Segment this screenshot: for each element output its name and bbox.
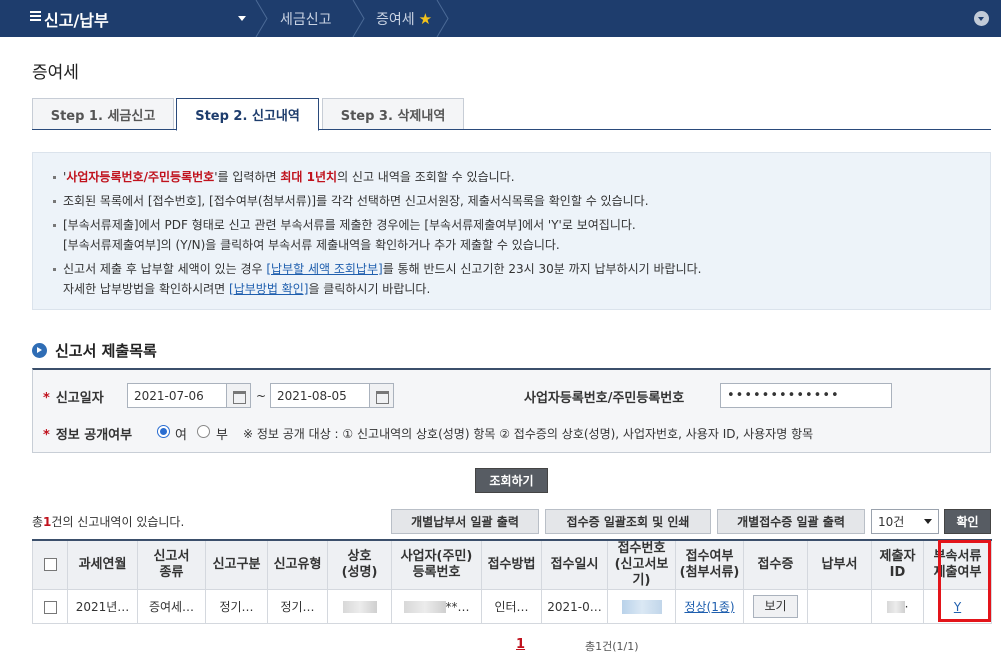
status-link[interactable]: 정상(1종) bbox=[684, 600, 734, 614]
tax-payment-link[interactable]: [납부할 세액 조회납부] bbox=[266, 262, 382, 276]
col-header: 접수번호 (신고서보기) bbox=[607, 539, 676, 590]
public-yes-label: 여 bbox=[175, 428, 187, 443]
public-yes-radio[interactable] bbox=[157, 425, 170, 438]
cell-name bbox=[327, 589, 392, 624]
biz-number-label: 사업자등록번호/주민등록번호 bbox=[524, 391, 685, 406]
tab-step3[interactable]: Step 3. 삭제내역 bbox=[322, 98, 464, 129]
date-from-input[interactable]: 2021-07-06 bbox=[127, 383, 227, 408]
public-no-radio[interactable] bbox=[197, 425, 210, 438]
cell-submitter: · bbox=[871, 589, 924, 624]
cell-status: 정상(1종) bbox=[675, 589, 744, 624]
cell-datetime: 2021-0… bbox=[541, 589, 608, 624]
menu-title: 신고/납부 bbox=[44, 10, 109, 30]
view-receipt-button[interactable]: 보기 bbox=[753, 595, 798, 618]
expand-circle-icon[interactable] bbox=[974, 11, 989, 26]
search-button[interactable]: 조회하기 bbox=[475, 468, 548, 493]
info-line: [부속서류제출여부]의 (Y/N)을 클릭하여 부속서류 제출내역을 확인하거나… bbox=[63, 238, 560, 252]
cell-method: 인터… bbox=[481, 589, 542, 624]
redacted-receipt-number[interactable] bbox=[621, 599, 662, 614]
date-range-separator: ~ bbox=[256, 389, 267, 403]
cell-period: 2021년… bbox=[67, 589, 138, 624]
arrow-circle-icon bbox=[32, 343, 47, 358]
breadcrumb-separator-icon bbox=[255, 0, 268, 37]
date-to-input[interactable]: 2021-08-05 bbox=[270, 383, 370, 408]
info-line: 자세한 납부방법을 확인하시려면 [납부방법 확인]을 클릭하시기 바랍니다. bbox=[63, 282, 431, 296]
cell-bill bbox=[807, 589, 872, 624]
table-header-row: 과세연월 신고서 종류 신고구분 신고유형 상호 (성명) 사업자(주민) 등록… bbox=[32, 539, 992, 590]
col-header: 상호 (성명) bbox=[327, 539, 392, 590]
cell-kind: 정기… bbox=[267, 589, 328, 624]
hamburger-icon bbox=[30, 11, 41, 22]
step-tabs: Step 1. 세금신고 Step 2. 신고내역 Step 3. 삭제내역 bbox=[32, 98, 991, 131]
col-header: 신고유형 bbox=[267, 539, 328, 590]
info-box: '사업자등록번호/주민등록번호'를 입력하면 최대 1년치의 신고 내역을 조회… bbox=[32, 152, 991, 310]
tab-step1[interactable]: Step 1. 세금신고 bbox=[32, 98, 174, 129]
info-line: [부속서류제출]에서 PDF 형태로 신고 관련 부속서류를 제출한 경우에는 … bbox=[51, 215, 990, 235]
info-line: 조회된 목록에서 [접수번호], [접수여부(첨부서류)]를 각각 선택하면 신… bbox=[51, 191, 990, 211]
col-header: 접수방법 bbox=[481, 539, 542, 590]
select-all-checkbox[interactable] bbox=[43, 558, 57, 571]
public-no-label: 부 bbox=[216, 428, 228, 443]
breadcrumb-separator-icon bbox=[352, 0, 365, 37]
breadcrumb-tax-report[interactable]: 세금신고 bbox=[280, 0, 332, 37]
col-header: 납부서 bbox=[807, 539, 872, 590]
redacted-submitter bbox=[886, 601, 905, 613]
page-current[interactable]: 1 bbox=[516, 637, 525, 652]
receipt-print-button[interactable]: 접수증 일괄조회 및 인쇄 bbox=[545, 509, 711, 534]
report-table: 과세연월 신고서 종류 신고구분 신고유형 상호 (성명) 사업자(주민) 등록… bbox=[32, 539, 992, 624]
info-line: 신고서 제출 후 납부할 세액이 있는 경우 [납부할 세액 조회납부]를 통해… bbox=[51, 259, 990, 279]
breadcrumb-separator-icon bbox=[436, 0, 449, 37]
caret-down-icon bbox=[238, 16, 246, 21]
page-size-select[interactable]: 10건 bbox=[871, 509, 939, 534]
col-header: 부속서류 제출여부 bbox=[923, 539, 992, 590]
select-all-header bbox=[32, 539, 68, 590]
section-title: 신고서 제출목록 bbox=[32, 340, 157, 361]
redacted-name bbox=[342, 601, 377, 613]
top-nav: 신고/납부 세금신고 증여세 ★ bbox=[0, 0, 1001, 37]
calendar-icon[interactable] bbox=[369, 383, 394, 408]
col-header: 접수여부 (첨부서류) bbox=[675, 539, 744, 590]
public-note: ※ 정보 공개 대상 : ① 신고내역의 상호(성명) 항목 ② 접수증의 상호… bbox=[243, 427, 814, 441]
payment-method-link[interactable]: [납부방법 확인] bbox=[229, 282, 308, 296]
cell-division: 정기… bbox=[205, 589, 268, 624]
col-header: 제출자 ID bbox=[871, 539, 924, 590]
col-header: 접수일시 bbox=[541, 539, 608, 590]
breadcrumb-gift-tax[interactable]: 증여세 ★ bbox=[376, 0, 432, 37]
cell-attach: Y bbox=[923, 589, 992, 624]
info-line: '사업자등록번호/주민등록번호'를 입력하면 최대 1년치의 신고 내역을 조회… bbox=[51, 167, 990, 187]
result-count: 총1건의 신고내역이 있습니다. bbox=[32, 515, 185, 529]
col-header: 사업자(주민) 등록번호 bbox=[391, 539, 482, 590]
date-label: * 신고일자 bbox=[43, 391, 104, 406]
attach-status-link[interactable]: Y bbox=[954, 600, 961, 614]
biz-number-input[interactable]: ••••••••••••• bbox=[720, 383, 892, 408]
page-title: 증여세 bbox=[32, 63, 79, 83]
col-header: 접수증 bbox=[743, 539, 808, 590]
star-icon[interactable]: ★ bbox=[419, 10, 432, 28]
menu-dropdown[interactable]: 신고/납부 bbox=[0, 0, 262, 37]
row-checkbox[interactable] bbox=[43, 600, 57, 614]
col-header: 과세연월 bbox=[67, 539, 138, 590]
cell-receipt: 보기 bbox=[743, 589, 808, 624]
page-total: 총1건(1/1) bbox=[585, 640, 639, 653]
print-bills-button[interactable]: 개별납부서 일괄 출력 bbox=[391, 509, 539, 534]
public-label: * 정보 공개여부 bbox=[43, 428, 133, 443]
search-panel: * 신고일자 2021-07-06 ~ 2021-08-05 사업자등록번호/주민… bbox=[32, 368, 991, 453]
each-receipt-button[interactable]: 개별접수증 일괄 출력 bbox=[717, 509, 865, 534]
cell-type: 증여세… bbox=[137, 589, 206, 624]
redacted-reg-number bbox=[403, 601, 446, 613]
confirm-button[interactable]: 확인 bbox=[944, 509, 991, 534]
cell-receipt-number[interactable] bbox=[607, 589, 676, 624]
row-select-cell bbox=[32, 589, 68, 624]
col-header: 신고서 종류 bbox=[137, 539, 206, 590]
col-header: 신고구분 bbox=[205, 539, 268, 590]
tab-step2[interactable]: Step 2. 신고내역 bbox=[176, 98, 319, 131]
calendar-icon[interactable] bbox=[226, 383, 251, 408]
cell-reg-number: **… bbox=[391, 589, 482, 624]
table-row: 2021년… 증여세… 정기… 정기… **… 인터… 2021-0… 정상(1… bbox=[32, 589, 992, 624]
